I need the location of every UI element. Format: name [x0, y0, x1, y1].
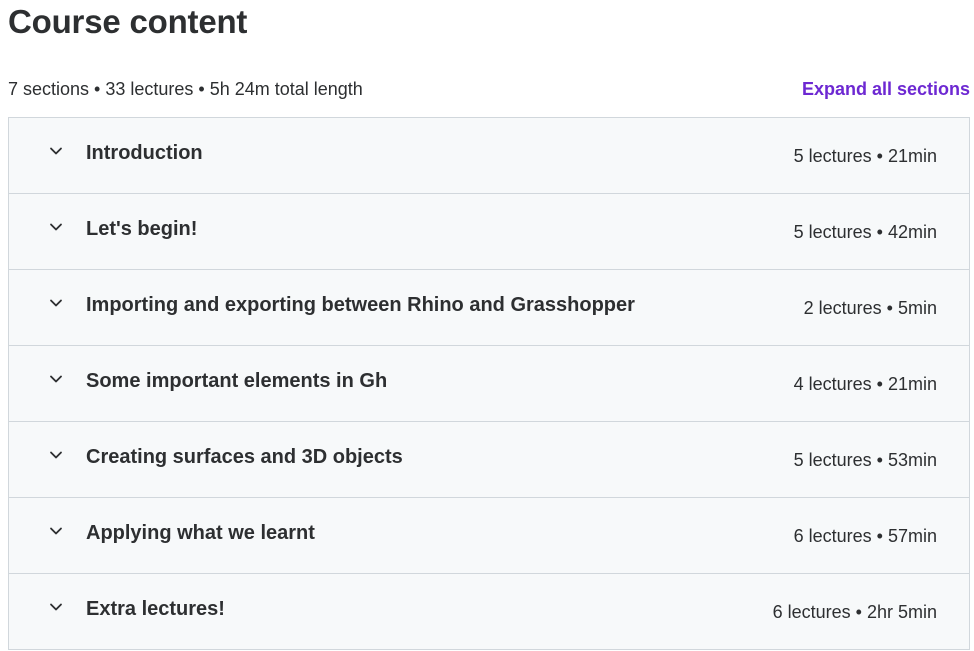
- section-title: Introduction: [86, 142, 203, 164]
- section-meta: 5 lectures • 42min: [793, 222, 937, 242]
- course-summary: 7 sections • 33 lectures • 5h 24m total …: [8, 79, 363, 99]
- section-meta: 2 lectures • 5min: [803, 298, 937, 318]
- chevron-down-icon: [47, 218, 65, 236]
- section-item[interactable]: Creating surfaces and 3D objects 5 lectu…: [9, 422, 969, 498]
- section-list: Introduction 5 lectures • 21min Let's be…: [8, 117, 970, 650]
- section-meta: 5 lectures • 53min: [793, 450, 937, 470]
- section-title: Importing and exporting between Rhino an…: [86, 294, 635, 316]
- section-meta: 6 lectures • 57min: [793, 526, 937, 546]
- section-item[interactable]: Some important elements in Gh 4 lectures…: [9, 346, 969, 422]
- chevron-down-icon: [47, 446, 65, 464]
- chevron-down-icon: [47, 598, 65, 616]
- section-meta: 6 lectures • 2hr 5min: [772, 602, 937, 622]
- section-title: Extra lectures!: [86, 598, 225, 620]
- section-title: Creating surfaces and 3D objects: [86, 446, 403, 468]
- chevron-down-icon: [47, 294, 65, 312]
- section-item[interactable]: Importing and exporting between Rhino an…: [9, 270, 969, 346]
- section-item[interactable]: Applying what we learnt 6 lectures • 57m…: [9, 498, 969, 574]
- course-summary-row: 7 sections • 33 lectures • 5h 24m total …: [8, 77, 970, 101]
- section-meta: 5 lectures • 21min: [793, 146, 937, 166]
- section-title: Let's begin!: [86, 218, 198, 240]
- section-meta: 4 lectures • 21min: [793, 374, 937, 394]
- section-item[interactable]: Let's begin! 5 lectures • 42min: [9, 194, 969, 270]
- section-item[interactable]: Introduction 5 lectures • 21min: [9, 118, 969, 194]
- section-title: Some important elements in Gh: [86, 370, 388, 392]
- chevron-down-icon: [47, 370, 65, 388]
- page-title: Course content: [8, 3, 248, 40]
- chevron-down-icon: [47, 142, 65, 160]
- expand-all-sections-button[interactable]: Expand all sections: [802, 77, 970, 101]
- section-item[interactable]: Extra lectures! 6 lectures • 2hr 5min: [9, 574, 969, 650]
- section-title: Applying what we learnt: [86, 522, 315, 544]
- chevron-down-icon: [47, 522, 65, 540]
